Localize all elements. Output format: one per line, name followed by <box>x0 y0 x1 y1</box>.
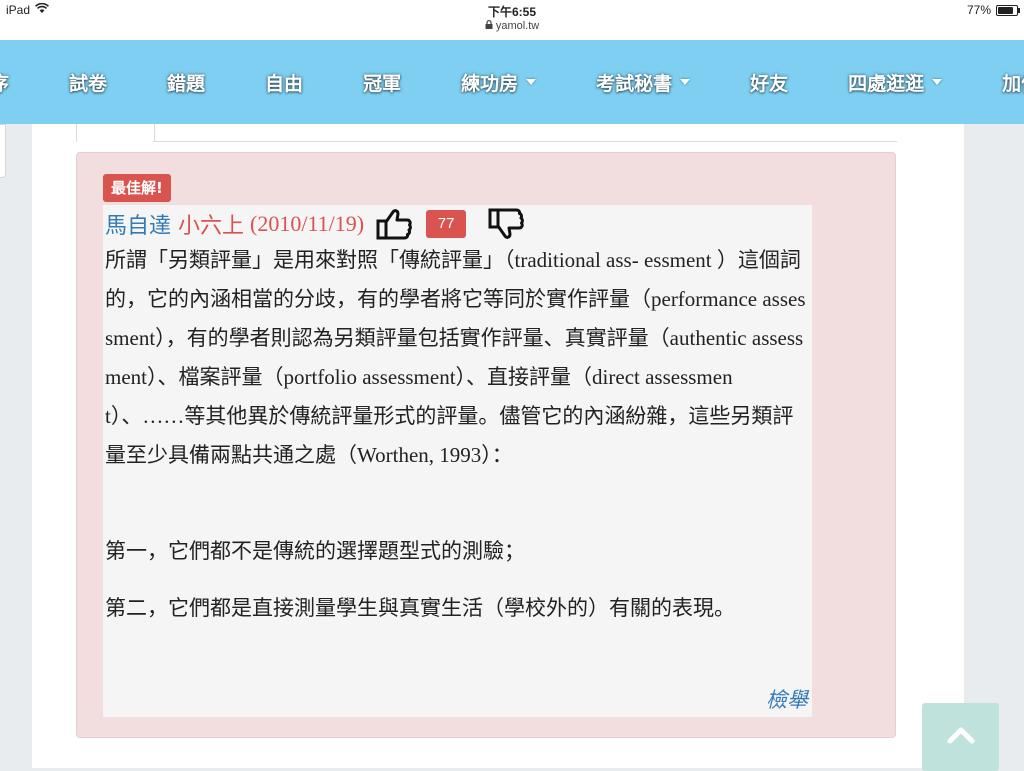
answer-tab[interactable] <box>76 124 155 142</box>
page-margin-left <box>0 124 32 768</box>
nav-item-label: 四處逛逛 <box>848 72 925 95</box>
status-time: 下午6:55 <box>487 5 537 19</box>
nav-item[interactable]: 加值服 <box>1002 69 1024 96</box>
caret-down-icon <box>526 79 537 85</box>
nav-item-label: 錯題 <box>167 72 206 95</box>
nav-item[interactable]: 考試秘書 <box>596 69 691 96</box>
author-grade: 小六上 <box>178 213 245 238</box>
author-link[interactable]: 馬自達 <box>105 208 171 240</box>
back-to-top-button[interactable] <box>922 703 999 771</box>
battery-icon <box>996 4 1020 16</box>
nav-item[interactable]: 自由 <box>265 69 303 96</box>
lock-icon <box>485 20 496 32</box>
status-bar: iPad 下午6:55 yamol.tw 77% <box>0 0 1024 40</box>
nav-item[interactable]: 四處逛逛 <box>848 69 943 96</box>
nav-item-label: 序 <box>0 69 9 96</box>
nav-item[interactable]: 錯題 <box>167 69 205 96</box>
chevron-up-icon <box>947 726 975 748</box>
side-tab[interactable] <box>0 124 6 178</box>
nav-item-label: 自由 <box>265 72 304 95</box>
nav-item-label: 冠軍 <box>363 72 402 95</box>
nav-item[interactable]: 好友 <box>750 69 788 96</box>
battery-percent: 77% <box>966 3 991 17</box>
nav-item-label: 加值服 <box>1002 72 1024 95</box>
answer-point-2: 第二，它們都是直接測量學生與真實生活（學校外的）有關的表現。 <box>105 596 735 620</box>
tab-divider <box>153 141 897 142</box>
vote-count-badge: 77 <box>426 210 467 238</box>
nav-item-label: 練功房 <box>461 72 519 95</box>
answer-point-1: 第一，它們都不是傳統的選擇題型式的測驗； <box>105 539 525 563</box>
url-text: yamol.tw <box>495 20 540 32</box>
answer-text: 所謂「另類評量」是用來對照「傳統評量」（traditional ass- ess… <box>105 248 806 467</box>
nav-item[interactable]: 練功房 <box>461 69 537 96</box>
status-right: 77% <box>966 3 1020 17</box>
answer-meta: 馬自達 小六上 (2010/11/19) 77 <box>105 206 524 242</box>
best-answer-badge: 最佳解! <box>103 174 171 202</box>
address-bar[interactable]: yamol.tw <box>0 20 1024 32</box>
nav-item-label: 好友 <box>750 72 789 95</box>
answer-date: (2010/11/19) <box>250 211 365 236</box>
caret-down-icon <box>680 79 691 85</box>
main-nav: 序 試卷 錯題 自由 冠軍 練功房 考試秘書 好友 四處逛逛 加值服 <box>0 40 1024 124</box>
nav-item[interactable]: 序 <box>0 69 9 96</box>
thumbs-down-icon[interactable] <box>488 208 524 240</box>
nav-item-label: 試卷 <box>69 72 108 95</box>
thumbs-up-icon[interactable] <box>376 208 412 240</box>
nav-item[interactable]: 冠軍 <box>363 69 401 96</box>
nav-item[interactable]: 試卷 <box>69 69 107 96</box>
nav-items: 序 試卷 錯題 自由 冠軍 練功房 考試秘書 好友 四處逛逛 加值服 <box>0 40 1024 124</box>
nav-item-label: 考試秘書 <box>596 72 673 95</box>
caret-down-icon <box>932 79 943 85</box>
report-link[interactable]: 檢舉 <box>766 684 808 714</box>
